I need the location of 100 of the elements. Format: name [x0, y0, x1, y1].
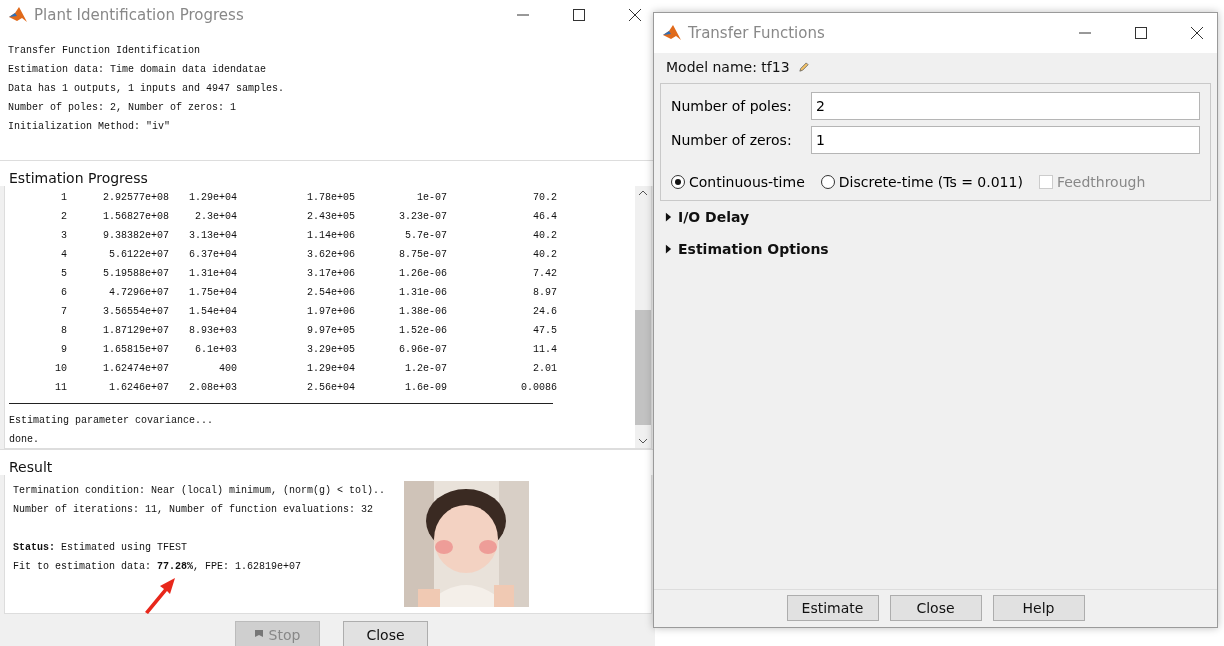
table-cell-text: 11.4	[532, 343, 557, 357]
table-cell-text: 8	[60, 324, 67, 338]
maximize-icon[interactable]	[573, 9, 585, 21]
table-cell-text: 1.29e+04	[306, 362, 355, 376]
log-line: Estimating parameter covariance...	[9, 414, 215, 428]
table-cell-text: 1.97e+06	[306, 305, 355, 319]
maximize-icon[interactable]	[1135, 27, 1147, 39]
table-cell-text: 1.87129e+07	[102, 324, 169, 338]
table-cell-text: 1.56827e+08	[102, 210, 169, 224]
table-cell-text: 10	[54, 362, 67, 376]
result-line: Status: Estimated using TFEST	[13, 541, 189, 555]
result-line: Termination condition: Near (local) minimum, (norm(g) < tol)..	[13, 484, 387, 498]
close-icon[interactable]	[1191, 27, 1203, 39]
field-label: Number of poles:	[671, 98, 793, 114]
table-cell-text: 3.17e+06	[306, 267, 355, 281]
table-cell-text: 3.29e+05	[306, 343, 355, 357]
table-cell-text: 8.97	[532, 286, 557, 300]
logo-icon	[662, 23, 682, 43]
table-cell-text: 1.62474e+07	[102, 362, 169, 376]
table-cell-text: 1.2e-07	[404, 362, 447, 376]
section-header[interactable]: I/O Delay	[654, 201, 1217, 233]
table-cell-text: 6.96e-07	[398, 343, 447, 357]
close-button[interactable]: Close	[343, 621, 428, 646]
section-header[interactable]: Estimation Options	[654, 233, 1217, 265]
log-line: Number of poles: 2, Number of zeros: 1	[8, 101, 238, 115]
log-line: done.	[9, 433, 40, 447]
window-title: Transfer Functions	[688, 24, 825, 42]
close-button[interactable]: Close	[889, 595, 982, 621]
estimate-button[interactable]: Estimate	[786, 595, 879, 621]
result-line: Number of iterations: 11, Number of function evaluations: 32	[13, 503, 375, 517]
scrollbar-thumb[interactable]	[635, 310, 651, 425]
table-cell-text: 3.13e+04	[188, 229, 237, 243]
section-title: Estimation Options	[678, 241, 829, 257]
stop-icon	[254, 629, 263, 640]
table-cell-text: 1.29e+04	[188, 191, 237, 205]
radio-button[interactable]: Discrete-time (Ts = 0.011)	[820, 174, 1023, 190]
table-cell-text: 5.7e-07	[404, 229, 447, 243]
table-cell-text: 1.6246e+07	[108, 381, 169, 395]
table-cell-text: 2	[60, 210, 67, 224]
table-cell-text: 2.01	[532, 362, 557, 376]
log-line: Estimation data: Time domain data idendatae	[8, 63, 268, 77]
table-cell-text: 2.3e+04	[194, 210, 237, 224]
table-cell-text: 1.52e-06	[398, 324, 447, 338]
table-cell-text: 7.42	[532, 267, 557, 281]
table-cell-text: 6.1e+03	[194, 343, 237, 357]
table-cell-text: 1.38e-06	[398, 305, 447, 319]
table-cell-text: 9	[60, 343, 67, 357]
table-cell-text: 5	[60, 267, 67, 281]
table-cell-text: 1.14e+06	[306, 229, 355, 243]
close-icon[interactable]	[629, 9, 641, 21]
log-line: Transfer Function Identification	[8, 44, 202, 58]
table-cell-text: 46.4	[532, 210, 557, 224]
table-cell-text: 1e-07	[416, 191, 447, 205]
table-cell-text: 1.78e+05	[306, 191, 355, 205]
group-title: Estimation Progress	[0, 160, 655, 186]
logo-icon	[8, 5, 28, 25]
table-cell-text: 5.6122e+07	[108, 248, 169, 262]
table-cell-text: 400	[218, 362, 237, 376]
table-cell-text: 2.56e+04	[306, 381, 355, 395]
table-cell-text: 3	[60, 229, 67, 243]
table-cell-text: 8.75e-07	[398, 248, 447, 262]
table-cell-text: 6.37e+04	[188, 248, 237, 262]
pencil-icon[interactable]	[797, 61, 809, 73]
table-cell-text: 2.08e+03	[188, 381, 237, 395]
table-cell-text: 11	[54, 381, 67, 395]
expand-triangle-icon[interactable]	[665, 244, 672, 254]
table-cell-text: 1.26e-06	[398, 267, 447, 281]
table-cell-text: 1.65815e+07	[102, 343, 169, 357]
expand-triangle-icon[interactable]	[665, 212, 672, 222]
result-line: Fit to estimation data: 77.28%, FPE: 1.62819e+07	[13, 560, 303, 574]
table-cell-text: 9.38382e+07	[102, 229, 169, 243]
group-title: Result	[0, 449, 655, 475]
table-cell-text: 3.23e-07	[398, 210, 447, 224]
table-cell-text: 1.54e+04	[188, 305, 237, 319]
input-field[interactable]: 2	[811, 92, 1200, 120]
table-cell-text: 47.5	[532, 324, 557, 338]
table-cell-text: 1	[60, 191, 67, 205]
table-cell-text: 2.92577e+08	[102, 191, 169, 205]
field-label: Number of zeros:	[671, 132, 793, 148]
model-name: Model name: tf13	[666, 59, 790, 75]
table-cell-text: 70.2	[532, 191, 557, 205]
window-title: Plant Identification Progress	[34, 6, 244, 24]
help-button[interactable]: Help	[992, 595, 1085, 621]
scrollbar[interactable]	[635, 186, 651, 448]
radio-circle[interactable]	[820, 175, 835, 189]
table-cell-text: 40.2	[532, 229, 557, 243]
table-cell-text: 1.6e-09	[404, 381, 447, 395]
log-line: Data has 1 outputs, 1 inputs and 4947 samples.	[8, 82, 286, 96]
table-cell-text: 4.7296e+07	[108, 286, 169, 300]
radio-circle[interactable]	[671, 175, 685, 189]
table-cell-text: 4	[60, 248, 67, 262]
input-field[interactable]: 1	[811, 126, 1200, 154]
table-cell-text: 0.0086	[520, 381, 557, 395]
table-cell-text: 1.75e+04	[188, 286, 237, 300]
table-cell-text: 8.93e+03	[188, 324, 237, 338]
table-cell-text: 1.31e+04	[188, 267, 237, 281]
table-cell-text: 5.19588e+07	[102, 267, 169, 281]
annotation-arrow	[142, 575, 178, 615]
radio-button[interactable]: Continuous-time	[671, 174, 805, 190]
table-cell-text: 1.31e-06	[398, 286, 447, 300]
